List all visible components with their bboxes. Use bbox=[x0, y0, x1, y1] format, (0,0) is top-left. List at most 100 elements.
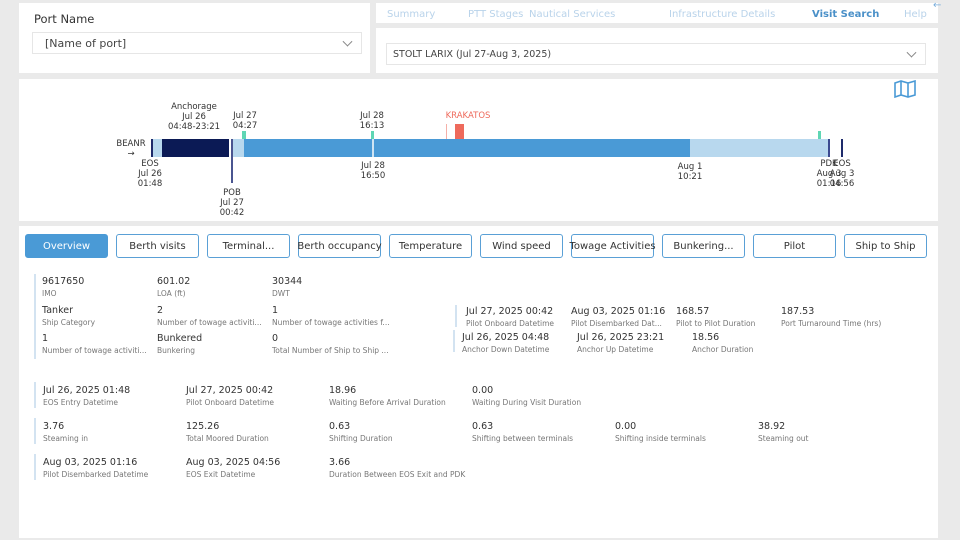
nav-visit-search[interactable]: Visit Search bbox=[812, 9, 879, 20]
arrow-right-icon: → bbox=[127, 149, 135, 159]
metric-row1: 30344 DWT bbox=[272, 276, 302, 299]
shift-marker bbox=[372, 139, 374, 157]
bunker-marker[interactable] bbox=[455, 124, 464, 139]
details-panel bbox=[19, 226, 938, 538]
eos-entry-label: EOS Jul 26 01:48 bbox=[137, 159, 163, 189]
port-select-value: [Name of port] bbox=[45, 36, 127, 50]
card-accent bbox=[455, 305, 457, 327]
metric-value: 2 bbox=[157, 305, 164, 316]
segment-anchorage[interactable] bbox=[162, 139, 229, 157]
tab-berth-visits[interactable]: Berth visits bbox=[116, 234, 199, 258]
metric-s3: Aug 03, 2025 04:56 EOS Exit Datetime bbox=[186, 457, 280, 480]
metric-pilot: Jul 27, 2025 00:42 Pilot Onboard Datetime bbox=[466, 306, 554, 329]
map-icon[interactable] bbox=[893, 80, 917, 98]
port-select[interactable]: [Name of port] bbox=[32, 32, 362, 54]
nav-help[interactable]: Help bbox=[904, 9, 927, 20]
tab-wind-speed[interactable]: Wind speed bbox=[480, 234, 563, 258]
metric-value: 0.00 bbox=[615, 421, 637, 432]
metric-anchor: 18.56 Anchor Duration bbox=[692, 332, 753, 355]
bunker-label: KRAKATOS bbox=[445, 111, 491, 121]
towage-marker bbox=[242, 131, 246, 139]
chevron-down-icon bbox=[906, 47, 917, 58]
metric-s2: 125.26 Total Moored Duration bbox=[186, 421, 269, 444]
metric-value: Aug 03, 2025 01:16 bbox=[43, 457, 138, 468]
metric-row1: 601.02 LOA (ft) bbox=[157, 276, 190, 299]
nav-ptt-stages[interactable]: PTT Stages bbox=[468, 9, 523, 20]
metric-value: 1 bbox=[42, 333, 49, 344]
metric-label: Steaming out bbox=[758, 434, 809, 443]
metric-value: Aug 03, 2025 01:16 bbox=[571, 306, 666, 317]
bunker-marker bbox=[446, 124, 447, 139]
metric-value: 1 bbox=[272, 305, 279, 316]
metric-value: Jul 26, 2025 23:21 bbox=[577, 332, 665, 343]
metric-label: Number of towage activiti... bbox=[157, 318, 262, 327]
anchorage-label: Anchorage Jul 26 04:48-23:21 bbox=[167, 102, 221, 132]
segment-idle bbox=[153, 139, 162, 157]
tab-towage-activities[interactable]: Towage Activities bbox=[569, 234, 656, 258]
nav-summary[interactable]: Summary bbox=[387, 9, 435, 20]
tab-terminal[interactable]: Terminal... bbox=[207, 234, 290, 258]
towage-label: Jul 28 16:13 bbox=[359, 111, 385, 131]
metric-label: Port Turnaround Time (hrs) bbox=[781, 319, 882, 328]
back-arrow-icon[interactable]: ← bbox=[933, 0, 941, 11]
metric-anchor: Jul 26, 2025 23:21 Anchor Up Datetime bbox=[577, 332, 664, 355]
metric-label: Duration Between EOS Exit and PDK bbox=[329, 470, 466, 479]
metric-s3: 3.66 Duration Between EOS Exit and PDK bbox=[329, 457, 465, 480]
metric-row1: 9617650 IMO bbox=[42, 276, 84, 299]
pob-label: POB Jul 27 00:42 bbox=[219, 188, 245, 218]
tab-temperature[interactable]: Temperature bbox=[389, 234, 472, 258]
metric-label: Pilot Onboard Datetime bbox=[186, 398, 275, 407]
berth-end-label: Aug 1 10:21 bbox=[677, 162, 703, 182]
metric-value: Jul 26, 2025 01:48 bbox=[43, 385, 131, 396]
metric-s1: Jul 27, 2025 00:42 Pilot Onboard Datetime bbox=[186, 385, 274, 408]
metric-value: 187.53 bbox=[781, 306, 815, 317]
metric-label: Waiting Before Arrival Duration bbox=[329, 398, 446, 407]
visit-select-panel: STOLT LARIX (Jul 27-Aug 3, 2025) bbox=[376, 28, 938, 73]
nav-infrastructure-details[interactable]: Infrastructure Details bbox=[669, 9, 775, 20]
tab-berth-occupancy[interactable]: Berth occupancy bbox=[297, 234, 382, 258]
shift-label: Jul 28 16:50 bbox=[360, 161, 386, 181]
metric-label: IMO bbox=[42, 289, 57, 298]
metric-value: 0 bbox=[272, 333, 279, 344]
metric-value: 9617650 bbox=[42, 276, 85, 287]
metric-value: 0.63 bbox=[329, 421, 351, 432]
segment-berth[interactable] bbox=[244, 139, 690, 157]
metric-value: 0.63 bbox=[472, 421, 494, 432]
metric-value: 3.66 bbox=[329, 457, 351, 468]
metric-value: 18.96 bbox=[329, 385, 357, 396]
card-accent bbox=[453, 330, 455, 352]
metric-value: 125.26 bbox=[186, 421, 220, 432]
tab-overview[interactable]: Overview bbox=[25, 234, 108, 258]
metric-value: 3.76 bbox=[43, 421, 65, 432]
tab-pilot[interactable]: Pilot bbox=[753, 234, 836, 258]
tab-ship-to-ship[interactable]: Ship to Ship bbox=[844, 234, 927, 258]
visit-select-value: STOLT LARIX (Jul 27-Aug 3, 2025) bbox=[393, 48, 552, 60]
metric-value: 38.92 bbox=[758, 421, 786, 432]
pdk-marker bbox=[828, 139, 830, 157]
metric-label: Anchor Down Datetime bbox=[462, 345, 550, 354]
metric-s1: 0.00 Waiting During Visit Duration bbox=[472, 385, 581, 408]
metric-pilot: Aug 03, 2025 01:16 Pilot Disembarked Dat.… bbox=[571, 306, 665, 329]
metric-s2: 0.63 Shifting between terminals bbox=[472, 421, 573, 444]
visit-select[interactable]: STOLT LARIX (Jul 27-Aug 3, 2025) bbox=[386, 43, 926, 65]
port-filter-label: Port Name bbox=[34, 12, 95, 26]
metric-value: 168.57 bbox=[676, 306, 710, 317]
tab-bunkering[interactable]: Bunkering... bbox=[662, 234, 745, 258]
metric-label: Shifting inside terminals bbox=[615, 434, 706, 443]
metric-value: Tanker bbox=[42, 305, 73, 316]
metric-value: Jul 27, 2025 00:42 bbox=[186, 385, 274, 396]
metric-label: LOA (ft) bbox=[157, 289, 186, 298]
card-accent bbox=[34, 274, 36, 359]
metric-pilot: 187.53 Port Turnaround Time (hrs) bbox=[781, 306, 881, 329]
metric-row3: 0 Total Number of Ship to Ship ... bbox=[272, 333, 389, 356]
metric-value: 601.02 bbox=[157, 276, 191, 287]
metric-s2: 38.92 Steaming out bbox=[758, 421, 808, 444]
metric-label: EOS Entry Datetime bbox=[43, 398, 118, 407]
metric-s1: 18.96 Waiting Before Arrival Duration bbox=[329, 385, 446, 408]
nav-nautical-services[interactable]: Nautical Services bbox=[529, 9, 615, 20]
metric-value: 30344 bbox=[272, 276, 303, 287]
metric-label: Number of towage activiti... bbox=[42, 346, 147, 355]
port-filter-panel: Port Name [Name of port] bbox=[19, 3, 370, 73]
metric-label: Ship Category bbox=[42, 318, 96, 327]
metric-label: DWT bbox=[272, 289, 290, 298]
